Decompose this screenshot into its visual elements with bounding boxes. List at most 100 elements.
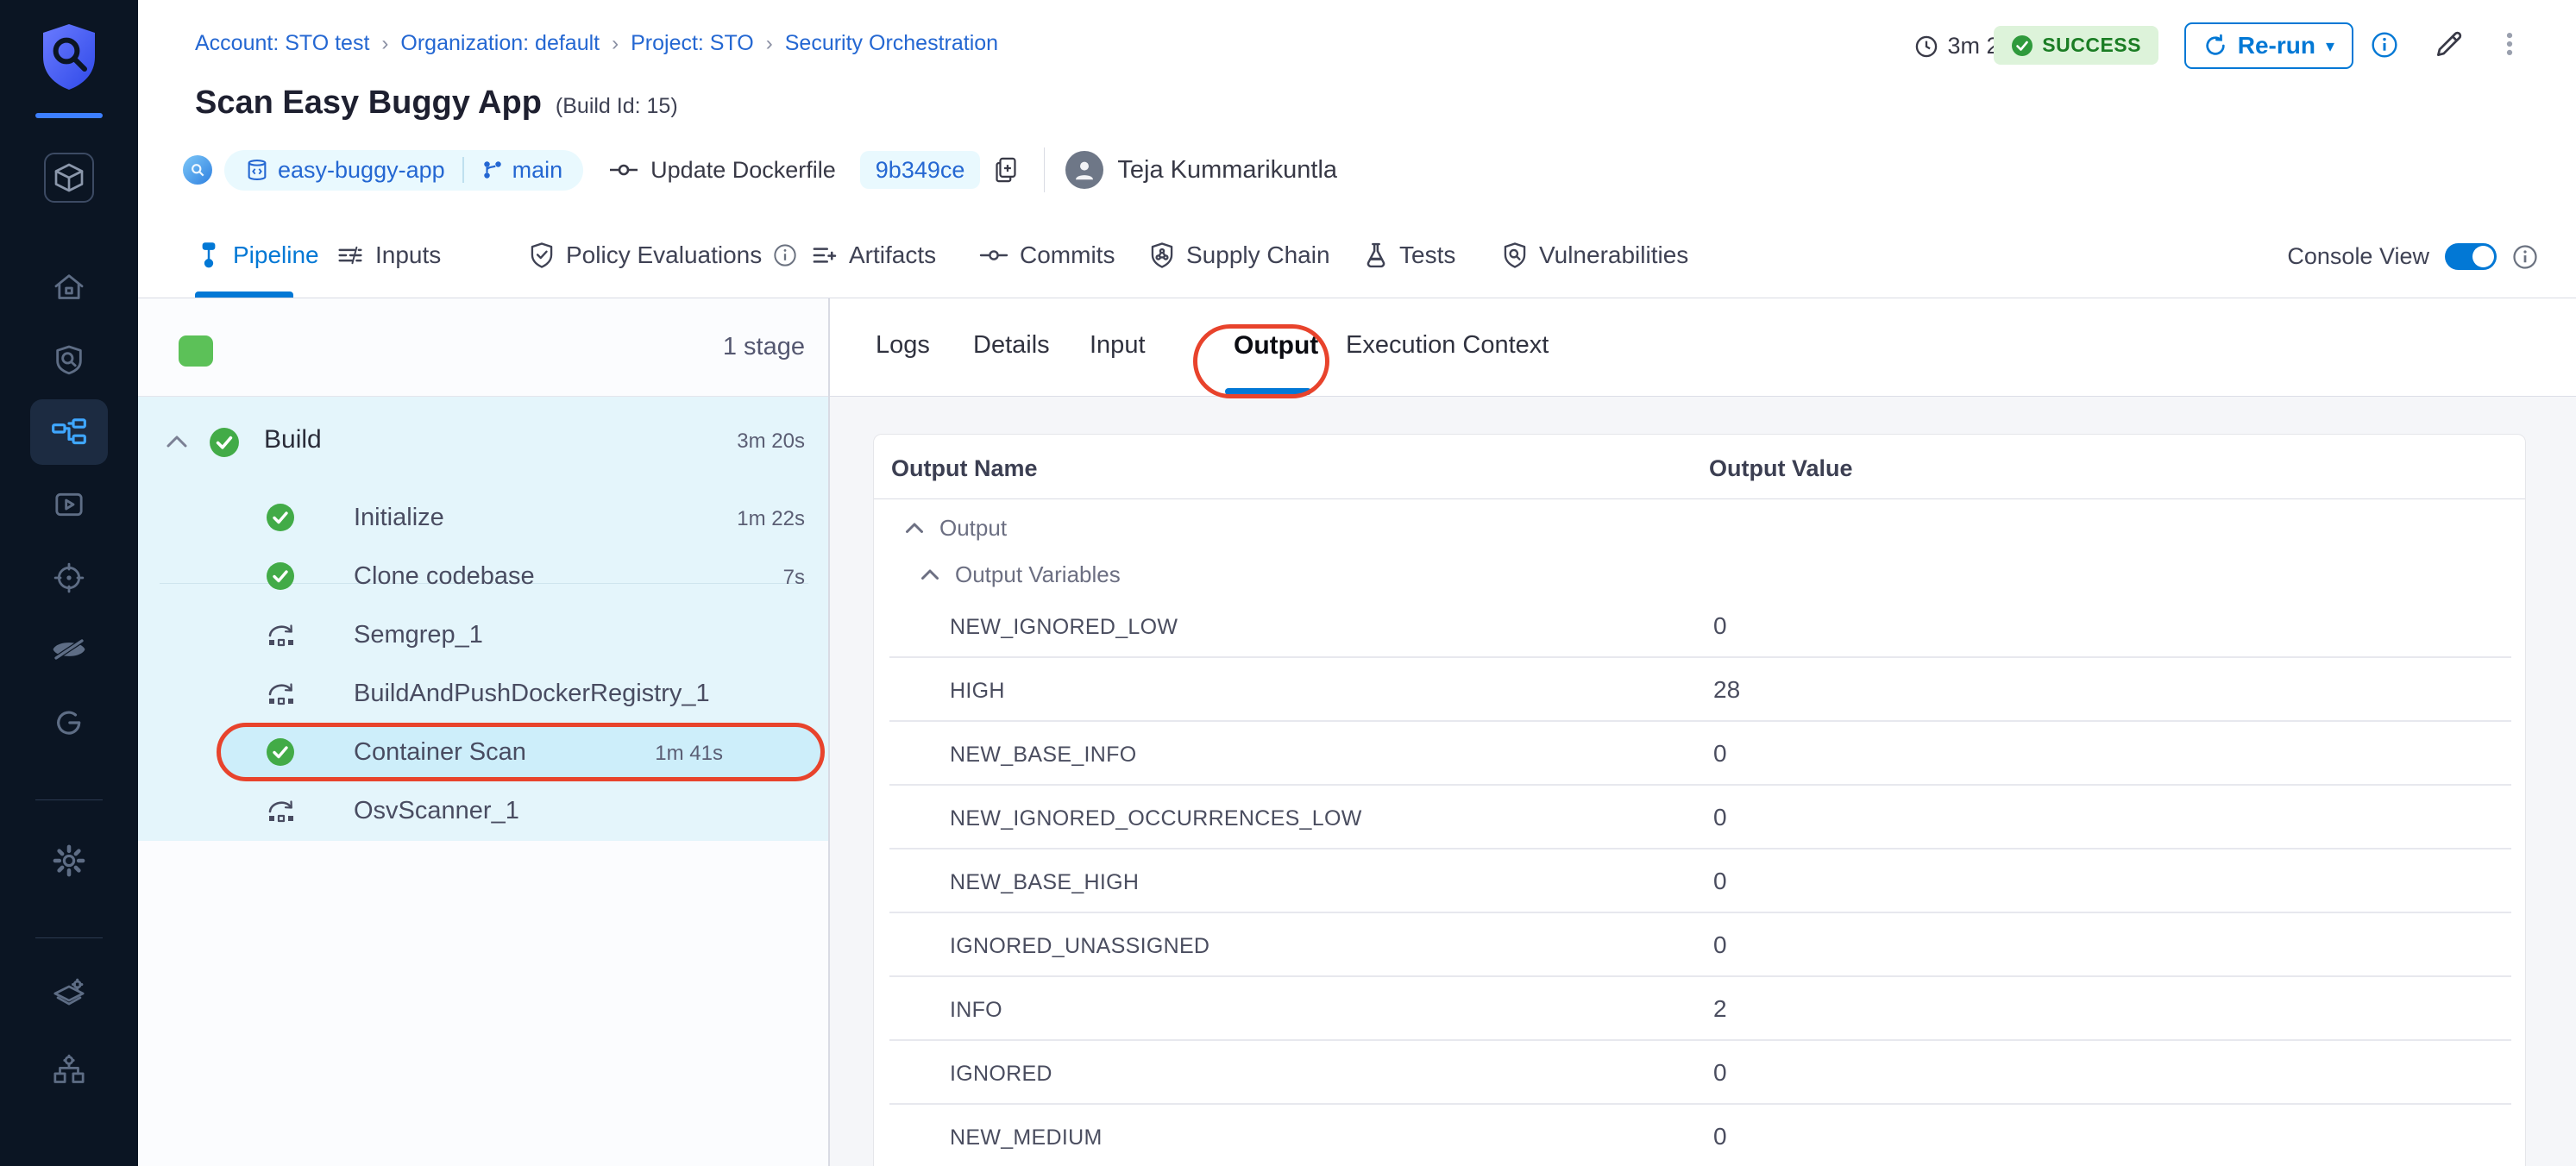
- copy-icon[interactable]: [992, 155, 1020, 185]
- tab-label: Artifacts: [849, 241, 936, 269]
- sidebar-item-default-settings[interactable]: [0, 961, 138, 1026]
- repo-link[interactable]: easy-buggy-app: [245, 157, 445, 184]
- output-value-cell: 28: [1713, 676, 1740, 704]
- skipped-icon: [266, 679, 297, 706]
- sidenav-divider: [35, 937, 103, 938]
- step-row-initialize[interactable]: Initialize1m 22s: [138, 488, 828, 547]
- tab-vulnerabilities[interactable]: Vulnerabilities: [1502, 241, 1688, 269]
- sidebar-item-settings[interactable]: [0, 828, 138, 893]
- chevron-up-icon[interactable]: [905, 522, 924, 534]
- step-row-osvscanner-1[interactable]: OsvScanner_1: [138, 781, 828, 840]
- clock-icon: [1914, 34, 1938, 59]
- step-row-container-scan[interactable]: Container Scan1m 41s: [217, 723, 825, 781]
- output-name-cell: NEW_IGNORED_LOW: [950, 615, 1178, 640]
- console-view-control: Console View: [2287, 243, 2538, 270]
- step-name: Clone codebase: [354, 562, 535, 591]
- table-row: NEW_IGNORED_OCCURRENCES_LOW0: [874, 786, 2525, 849]
- output-value-cell: 0: [1713, 1123, 1727, 1150]
- kebab-menu-icon[interactable]: [2495, 29, 2524, 59]
- chevron-down-icon: ▾: [2326, 35, 2334, 57]
- sidebar-item-executions[interactable]: [0, 472, 138, 537]
- getting-started-icon: [52, 705, 86, 740]
- console-view-toggle[interactable]: [2445, 243, 2497, 270]
- info-icon[interactable]: [773, 243, 797, 267]
- success-check-icon: [266, 561, 295, 591]
- breadcrumb-link[interactable]: Security Orchestration: [785, 31, 998, 56]
- info-icon[interactable]: [2512, 244, 2538, 270]
- default-settings-icon: [51, 976, 87, 1011]
- tab-label: Pipeline: [233, 241, 319, 269]
- breadcrumb-link[interactable]: Organization: default: [400, 31, 600, 56]
- tab-policy-evaluations[interactable]: Policy Evaluations: [529, 241, 797, 269]
- stage-count: 1 stage: [723, 333, 805, 361]
- stage-name: Build: [264, 425, 322, 454]
- tab-inputs[interactable]: Inputs: [336, 241, 441, 269]
- output-name-cell: NEW_MEDIUM: [950, 1125, 1103, 1150]
- tab-artifacts[interactable]: Artifacts: [810, 241, 936, 269]
- sidebar-item-targets[interactable]: [0, 545, 138, 611]
- stage-panel-header: 1 stage: [138, 298, 828, 397]
- stage-group: Build 3m 20s Initialize1m 22sClone codeb…: [138, 397, 828, 841]
- breadcrumb-link[interactable]: Project: STO: [631, 31, 754, 56]
- step-tab-execution-context[interactable]: Execution Context: [1346, 331, 1549, 360]
- step-name: Initialize: [354, 504, 444, 532]
- commit-sha-pill[interactable]: 9b349ce: [860, 151, 981, 189]
- tab-commits[interactable]: Commits: [979, 241, 1115, 269]
- module-selector-button[interactable]: [44, 153, 94, 203]
- table-row: NEW_IGNORED_LOW0: [874, 594, 2525, 658]
- step-tab-input[interactable]: Input: [1090, 331, 1146, 360]
- harness-sto-logo-icon: [40, 22, 98, 91]
- divider: [874, 498, 2525, 499]
- active-step-tab-underline: [1225, 388, 1311, 395]
- info-icon[interactable]: [2371, 31, 2398, 59]
- repository-icon: [245, 158, 269, 182]
- execution-meta-row: easy-buggy-app main Update Dockerfile 9b…: [183, 148, 1337, 191]
- sidebar-item-home[interactable]: [0, 254, 138, 320]
- sidebar-item-getting-started[interactable]: [0, 690, 138, 755]
- sidebar-item-pipelines[interactable]: [0, 399, 138, 465]
- trigger-icon[interactable]: [183, 155, 212, 185]
- tab-label: Vulnerabilities: [1539, 241, 1688, 269]
- sidebar-item-organizations[interactable]: [0, 1037, 138, 1102]
- targets-icon: [52, 561, 86, 595]
- chevron-up-icon[interactable]: [166, 435, 188, 448]
- page-header: Account: STO test›Organization: default›…: [138, 0, 2576, 298]
- sidebar-item-exemptions[interactable]: [0, 617, 138, 682]
- tab-label: Commits: [1020, 241, 1115, 269]
- stage-row-build[interactable]: Build 3m 20s: [138, 417, 828, 467]
- pipelines-icon: [50, 415, 88, 449]
- output-value-cell: 2: [1713, 995, 1727, 1023]
- output-group-row[interactable]: Output: [905, 507, 1007, 549]
- tab-pipeline[interactable]: Pipeline: [196, 241, 319, 269]
- step-row-buildandpushdockerregistry-1[interactable]: BuildAndPushDockerRegistry_1: [138, 664, 828, 723]
- edit-pencil-icon[interactable]: [2433, 28, 2466, 60]
- tab-label: Tests: [1399, 241, 1455, 269]
- table-row: IGNORED_UNASSIGNED0: [874, 913, 2525, 977]
- rerun-button[interactable]: Re-run ▾: [2184, 22, 2353, 69]
- tab-tests[interactable]: Tests: [1364, 241, 1455, 269]
- table-row: INFO2: [874, 977, 2525, 1041]
- step-tab-logs[interactable]: Logs: [876, 331, 930, 360]
- step-row-clone-codebase[interactable]: Clone codebase7s: [138, 547, 828, 605]
- main-tabs: Console View Pipeline Inputs Policy Evalua…: [138, 231, 2576, 298]
- policy-icon: [529, 241, 555, 269]
- tab-supply-chain[interactable]: Supply Chain: [1149, 241, 1330, 269]
- step-row-semgrep-1[interactable]: Semgrep_1: [138, 605, 828, 664]
- output-value-cell: 0: [1713, 931, 1727, 959]
- repo-branch-pill: easy-buggy-app main: [224, 150, 583, 191]
- breadcrumb-link[interactable]: Account: STO test: [195, 31, 369, 56]
- output-variables-group-row[interactable]: Output Variables: [920, 554, 1121, 595]
- sidebar-item-scan-shield[interactable]: [0, 327, 138, 392]
- step-name: Semgrep_1: [354, 621, 483, 649]
- step-detail-panel: LogsDetailsInputOutputExecution Context …: [830, 298, 2576, 1166]
- author-name: Teja Kummarikuntla: [1117, 156, 1337, 185]
- step-name: BuildAndPushDockerRegistry_1: [354, 680, 710, 708]
- pill-divider: [462, 157, 464, 183]
- chevron-up-icon[interactable]: [920, 568, 939, 580]
- branch-link[interactable]: main: [481, 157, 563, 184]
- avatar[interactable]: [1065, 151, 1103, 189]
- page-title: Scan Easy Buggy App: [195, 85, 542, 122]
- step-tab-details[interactable]: Details: [973, 331, 1050, 360]
- step-tab-output[interactable]: Output: [1234, 331, 1318, 360]
- skipped-icon: [266, 796, 297, 824]
